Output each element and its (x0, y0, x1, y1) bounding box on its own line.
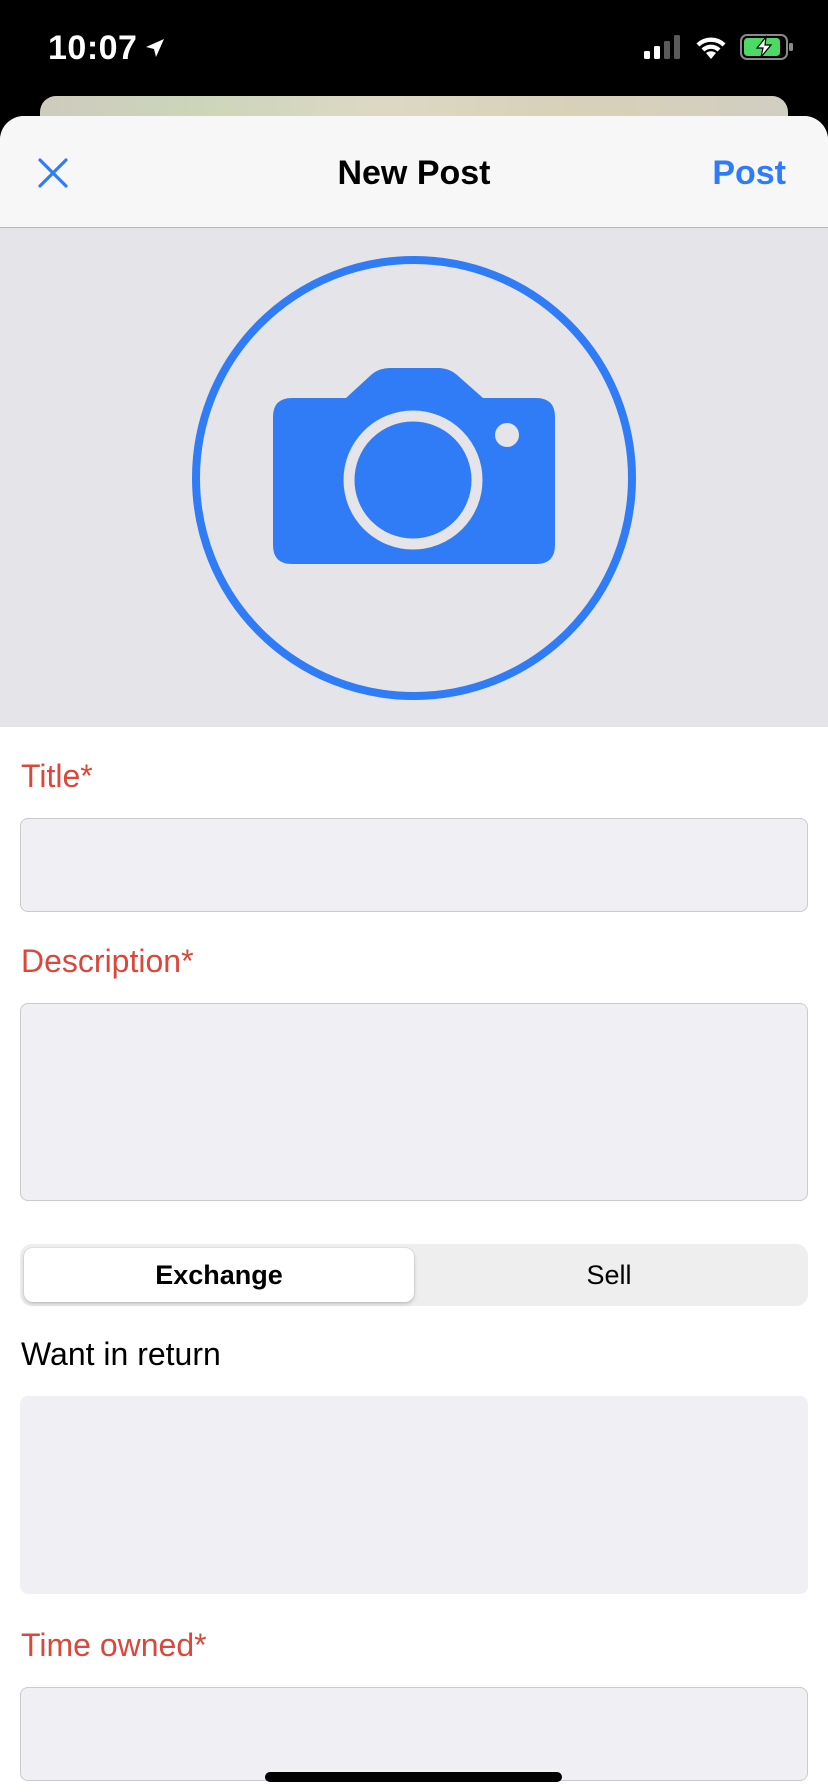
want-in-return-label: Want in return (21, 1336, 221, 1372)
description-label: Description* (21, 943, 194, 979)
photo-picker-area[interactable] (0, 228, 828, 727)
camera-icon (273, 368, 555, 564)
post-button[interactable]: Post (712, 152, 786, 194)
status-icons (644, 34, 794, 60)
segment-sell[interactable]: Sell (414, 1248, 804, 1302)
listing-type-segmented-control: Exchange Sell (20, 1244, 808, 1306)
add-photo-button[interactable] (191, 255, 637, 701)
status-time-text: 10:07 (48, 29, 138, 67)
page-title: New Post (337, 154, 491, 192)
new-post-sheet: New Post Post Title* Description* Exchan… (0, 116, 828, 1792)
battery-charging-icon (740, 34, 793, 60)
segment-exchange[interactable]: Exchange (24, 1248, 414, 1302)
home-indicator[interactable] (265, 1772, 562, 1782)
cellular-signal-icon (644, 35, 680, 59)
location-arrow-icon (146, 39, 165, 57)
title-field[interactable] (20, 818, 808, 912)
description-field[interactable] (20, 1003, 808, 1201)
navigation-bar: New Post Post (0, 116, 828, 228)
time-owned-label: Time owned* (21, 1627, 207, 1663)
wifi-icon (696, 37, 726, 59)
status-time: 10:07 (48, 28, 167, 68)
status-bar: 10:07 (0, 0, 828, 100)
title-label: Title* (21, 758, 93, 794)
time-owned-field[interactable] (20, 1687, 808, 1781)
want-in-return-field[interactable] (20, 1396, 808, 1594)
screen: 10:07 New Post Post Title* Description* … (0, 0, 828, 1792)
